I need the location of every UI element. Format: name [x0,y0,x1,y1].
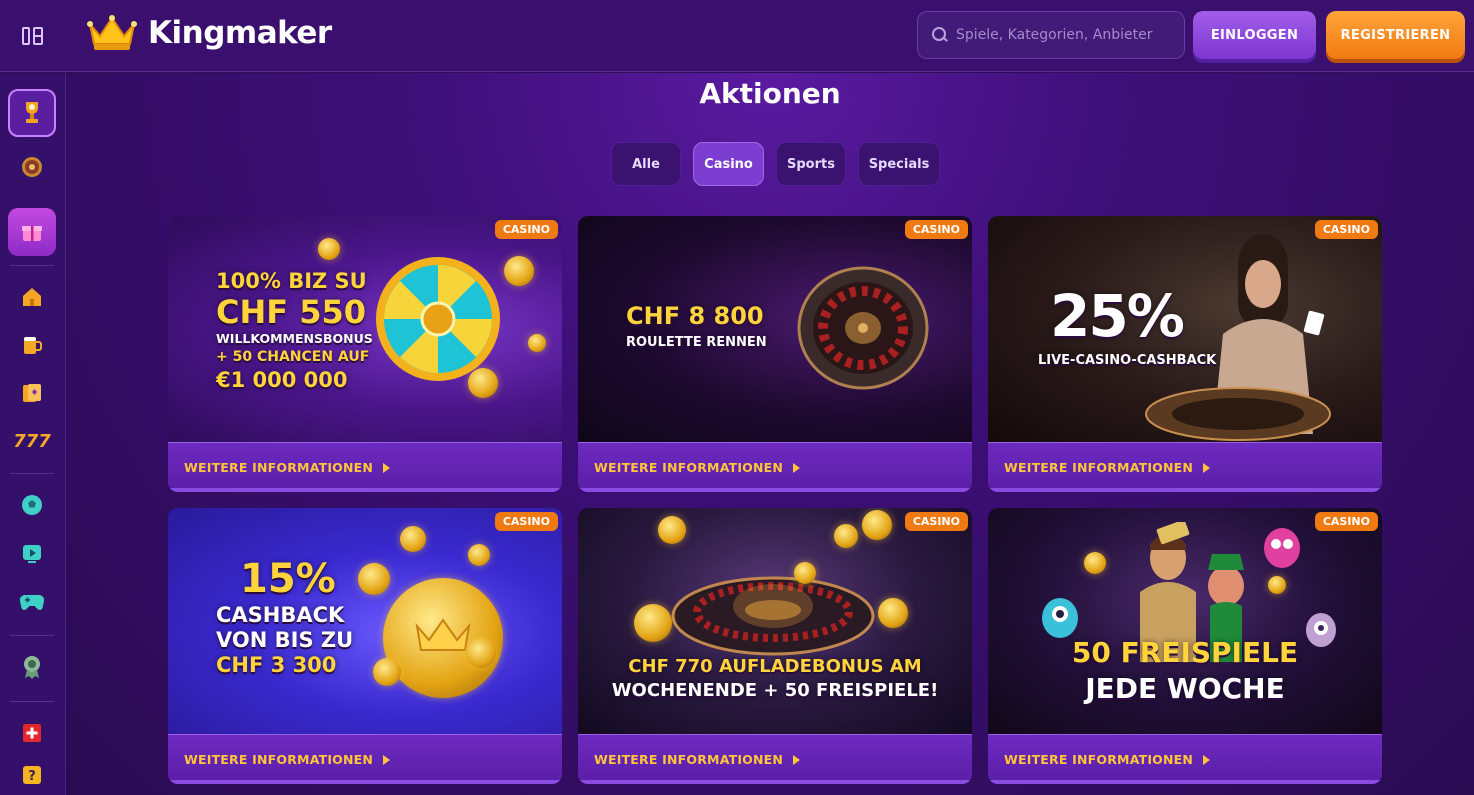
page-title: Aktionen [699,77,841,110]
gift-icon [22,226,42,241]
crown-icon [87,15,137,50]
sidebar-item-live[interactable] [8,529,56,577]
sidebar-item-home[interactable] [8,273,56,321]
gamepad-icon [19,594,45,610]
promo-card[interactable]: 50 FREISPIELE JEDE WOCHE CASINO WEITERE … [988,508,1382,784]
sidebar-item-slots[interactable]: 777 [8,417,56,465]
arrow-right-icon [1203,754,1211,765]
promo-card[interactable]: 100% BIZ SU CHF 550 WILLKOMMENSBONUS + 5… [168,216,562,492]
brand-name: Kingmaker [148,15,332,51]
sidebar-item-help[interactable]: ? [8,751,56,795]
category-badge: CASINO [1314,220,1378,239]
sidebar-item-promotions[interactable] [8,208,56,256]
swiss-flag-icon [23,724,41,742]
monster-icon [1042,598,1078,638]
arrow-right-icon [383,754,391,765]
category-badge: CASINO [494,512,558,531]
sidebar-item-trophy[interactable] [8,89,56,137]
roulette-icon [22,157,42,177]
category-tabs: Alle Casino Sports Specials [611,142,940,186]
sidebar: 777 ? [0,73,66,795]
category-badge: CASINO [1314,512,1378,531]
cards-icon [23,384,41,402]
home-icon [23,288,41,306]
sidebar-item-sports[interactable] [8,481,56,529]
login-button[interactable]: EINLOGGEN [1193,11,1316,59]
roulette-wheel-icon [671,576,875,656]
live-play-icon [23,545,41,563]
promo-image: 25% LIVE-CASINO-CASHBACK CASINO [988,216,1382,442]
arrow-right-icon [793,462,801,473]
svg-text:?: ? [28,769,36,784]
more-info-link[interactable]: WEITERE INFORMATIONEN [988,442,1382,492]
promo-image: CHF 770 AUFLADEBONUS AM WOCHENENDE + 50 … [578,508,972,734]
promo-image: 50 FREISPIELE JEDE WOCHE CASINO [988,508,1382,734]
trophy-icon [26,102,38,123]
brand-logo[interactable]: Kingmaker [86,14,332,52]
top-header: Kingmaker EINLOGGEN REGISTRIEREN [0,0,1474,72]
arrow-right-icon [1203,462,1211,473]
category-badge: CASINO [494,220,558,239]
crown-icon [415,618,471,651]
slots-777-icon: 777 [13,430,51,452]
more-info-link[interactable]: WEITERE INFORMATIONEN [168,734,562,784]
search-input[interactable] [956,27,1176,43]
more-info-link[interactable]: WEITERE INFORMATIONEN [578,734,972,784]
sidebar-item-cards[interactable] [8,369,56,417]
category-badge: CASINO [904,220,968,239]
more-info-link[interactable]: WEITERE INFORMATIONEN [988,734,1382,784]
search-box[interactable] [917,11,1185,59]
sidebar-item-games[interactable] [8,577,56,625]
monster-icon [1264,528,1300,568]
promo-image: 100% BIZ SU CHF 550 WILLKOMMENSBONUS + 5… [168,216,562,442]
promo-card[interactable]: CHF 8 800 ROULETTE RENNEN CASINO WEITERE… [578,216,972,492]
register-button[interactable]: REGISTRIEREN [1326,11,1465,59]
promo-card[interactable]: 25% LIVE-CASINO-CASHBACK CASINO WEITERE … [988,216,1382,492]
sidebar-item-bar[interactable] [8,321,56,369]
tab-casino[interactable]: Casino [693,142,764,186]
sidebar-item-language[interactable] [8,709,56,757]
promo-card[interactable]: CHF 770 AUFLADEBONUS AM WOCHENENDE + 50 … [578,508,972,784]
search-icon [932,27,948,43]
badge-icon [24,656,40,679]
roulette-wheel-icon [797,266,929,390]
more-info-link[interactable]: WEITERE INFORMATIONEN [168,442,562,492]
sidebar-item-roulette[interactable] [8,143,56,191]
main-content: Aktionen Alle Casino Sports Specials 100… [66,73,1474,795]
category-badge: CASINO [904,512,968,531]
help-icon: ? [23,766,41,784]
arrow-right-icon [793,754,801,765]
sidebar-toggle-icon[interactable] [20,24,44,48]
roulette-table-icon [1145,387,1331,441]
promo-image: CHF 8 800 ROULETTE RENNEN CASINO [578,216,972,442]
beer-icon [24,337,42,354]
fortune-wheel-icon [376,257,500,381]
arrow-right-icon [383,462,391,473]
tab-alle[interactable]: Alle [611,142,681,186]
football-icon [22,495,42,515]
tab-sports[interactable]: Sports [776,142,846,186]
more-info-link[interactable]: WEITERE INFORMATIONEN [578,442,972,492]
sidebar-item-vip[interactable] [8,643,56,691]
promo-image: 15% CASHBACK VON BIS ZU CHF 3 300 CASINO [168,508,562,734]
tab-specials[interactable]: Specials [858,142,940,186]
promo-card[interactable]: 15% CASHBACK VON BIS ZU CHF 3 300 CASINO… [168,508,562,784]
